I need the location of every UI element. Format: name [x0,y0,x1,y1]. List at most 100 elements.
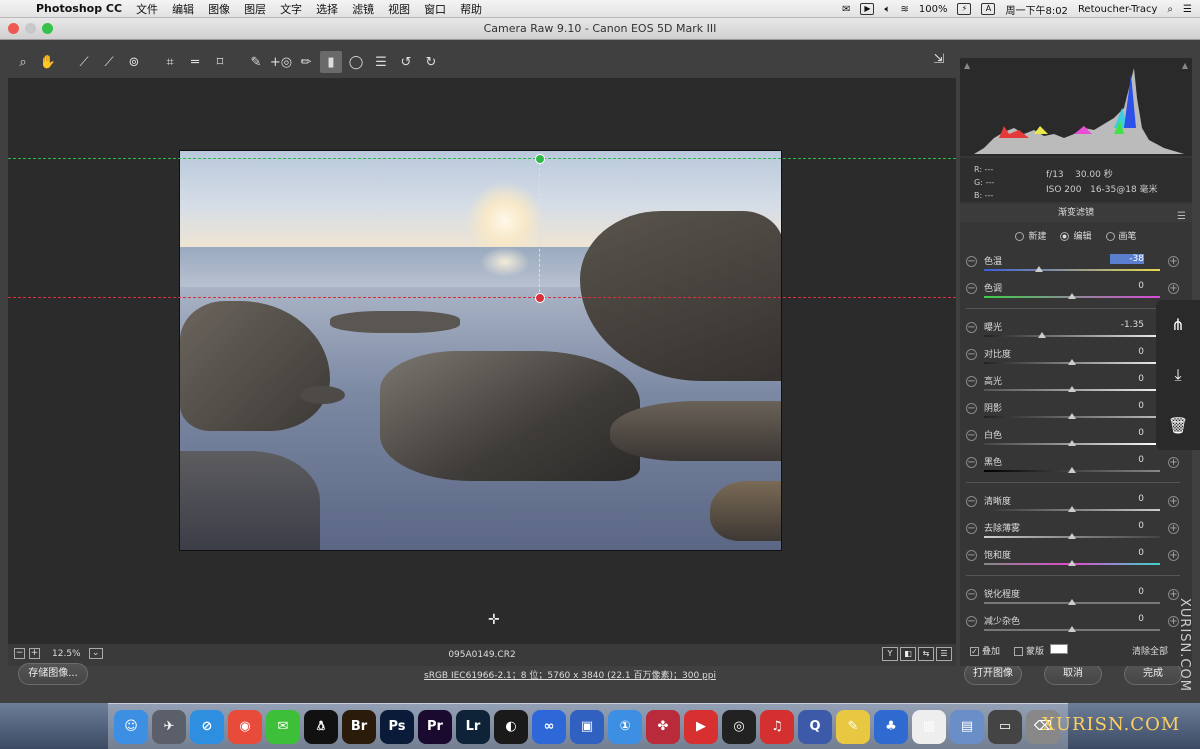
slider-thumb[interactable] [1068,467,1076,473]
slider-value[interactable]: -1.35 [1110,320,1144,330]
transform-icon[interactable]: ⌑ [209,51,231,73]
preferences-icon[interactable]: ☰ [370,51,392,73]
clock[interactable]: 周一下午8:02 [1005,2,1067,17]
dock-davinci-icon[interactable]: ✤ [646,709,680,744]
view-settings-button[interactable]: ☰ [936,647,952,661]
mode-brush[interactable]: 画笔 [1105,229,1137,242]
slider-thumb[interactable] [1068,506,1076,512]
color-sampler-icon[interactable]: ⟋ [98,51,120,73]
decrease-icon[interactable]: − [966,349,977,360]
rotate-ccw-icon[interactable]: ↺ [395,51,417,73]
close-window-button[interactable] [8,23,19,34]
minimize-window-button[interactable] [25,23,36,34]
decrease-icon[interactable]: − [966,376,977,387]
share-icon[interactable]: ⋔ [1171,315,1184,334]
menu-type[interactable]: 文字 [280,1,302,17]
slider-9[interactable]: − 清晰度 0 + [960,492,1184,519]
overlay-toggle[interactable]: ✓ 叠加 [970,644,1000,657]
app-menu[interactable]: Photoshop CC [36,2,122,15]
slider-2[interactable]: − 色调 0 + [960,279,1184,306]
highlight-clipping-icon[interactable]: ▲ [1182,61,1188,70]
increase-icon[interactable]: + [1168,523,1179,534]
slider-thumb[interactable] [1068,626,1076,632]
menu-file[interactable]: 文件 [136,1,158,17]
dock-wechat-icon[interactable]: ✉ [266,709,300,744]
slider-1[interactable]: − 色温 -38 + [960,252,1184,279]
red-eye-icon[interactable]: +◎ [270,51,292,73]
slider-11[interactable]: − 饱和度 0 + [960,546,1184,573]
preview-photo[interactable] [179,150,782,551]
green-gradient-pin[interactable] [535,154,545,164]
menu-filter[interactable]: 滤镜 [352,1,374,17]
slider-thumb[interactable] [1068,293,1076,299]
slider-thumb[interactable] [1034,266,1043,272]
dock-safari-icon[interactable]: ⊘ [190,709,224,744]
battery-icon[interactable]: ⚡ [957,3,972,15]
increase-icon[interactable]: + [1168,283,1179,294]
slider-thumb[interactable] [1068,533,1076,539]
graduated-filter-icon[interactable]: ▮ [320,51,342,73]
menu-help[interactable]: 帮助 [460,1,482,17]
slider-value[interactable]: 0 [1110,428,1144,438]
slider-10[interactable]: − 去除薄雾 0 + [960,519,1184,546]
slider-value[interactable]: 0 [1110,521,1144,531]
slider-3[interactable]: −曝光-1.35+ [960,318,1184,345]
spot-removal-icon[interactable]: ✎ [245,51,267,73]
before-after-button[interactable]: Y [882,647,898,661]
clear-all-button[interactable]: 清除全部 [1132,644,1168,657]
increase-icon[interactable]: + [1168,496,1179,507]
menu-image[interactable]: 图像 [208,1,230,17]
increase-icon[interactable]: + [1168,457,1179,468]
dock-obs-icon[interactable]: ◎ [722,709,756,744]
decrease-icon[interactable]: − [966,616,977,627]
download-icon[interactable]: ⤓ [1174,365,1181,385]
crop-icon[interactable]: ⌗ [159,51,181,73]
toggle-fullscreen-icon[interactable]: ⇲ [928,52,950,72]
slider-track[interactable] [984,335,1160,337]
slider-value[interactable]: 0 [1110,455,1144,465]
decrease-icon[interactable]: − [966,283,977,294]
menu-list-icon[interactable]: ☰ [1183,4,1192,15]
volume-icon[interactable]: 🔈︎ [884,4,890,15]
decrease-icon[interactable]: − [966,496,977,507]
slider-value[interactable]: 0 [1110,614,1144,624]
slider-thumb[interactable] [1068,413,1076,419]
straighten-icon[interactable]: ═ [184,51,206,73]
slider-track[interactable] [984,269,1160,271]
decrease-icon[interactable]: − [966,322,977,333]
dock-ps-icon[interactable]: Ps [380,709,414,744]
dock-qq-icon[interactable]: 🐧︎ [304,709,338,744]
menu-select[interactable]: 选择 [316,1,338,17]
slider-thumb[interactable] [1068,359,1076,365]
trash-icon[interactable]: 🗑︎ [1168,416,1188,435]
slider-8[interactable]: − 黑色 0 + [960,453,1184,480]
decrease-icon[interactable]: − [966,550,977,561]
decrease-icon[interactable]: − [966,256,977,267]
decrease-icon[interactable]: − [966,403,977,414]
zoom-icon[interactable]: ⌕ [12,51,34,73]
slider-thumb[interactable] [1068,386,1076,392]
swap-view-button[interactable]: ⇆ [918,647,934,661]
slider-value[interactable]: 0 [1110,401,1144,411]
menu-window[interactable]: 窗口 [424,1,446,17]
slider-thumb[interactable] [1068,560,1076,566]
decrease-icon[interactable]: − [966,589,977,600]
decrease-icon[interactable]: − [966,430,977,441]
slider-value[interactable]: 0 [1110,347,1144,357]
screen-record-icon[interactable]: ▶ [860,3,875,15]
slider-6[interactable]: −阴影0+ [960,399,1184,426]
slider-value[interactable]: 0 [1110,374,1144,384]
dock-chrome-icon[interactable]: ◉ [228,709,262,744]
slider-12[interactable]: − 锐化程度 0 + [960,585,1184,612]
mask-color-swatch[interactable] [1050,644,1068,654]
slider-4[interactable]: −对比度0+ [960,345,1184,372]
user-name[interactable]: Retoucher-Tracy [1078,4,1157,15]
dock-play-icon[interactable]: ▶ [684,709,718,744]
gradient-start-guide[interactable] [8,158,956,159]
dock-stats-icon[interactable]: ▥ [912,709,946,744]
zoom-window-button[interactable] [42,23,53,34]
slider-thumb[interactable] [1068,599,1076,605]
dock-quicktime-icon[interactable]: Q [798,709,832,744]
cancel-button[interactable]: 取消 [1044,663,1102,685]
dock-launchpad-icon[interactable]: ✈ [152,709,186,744]
